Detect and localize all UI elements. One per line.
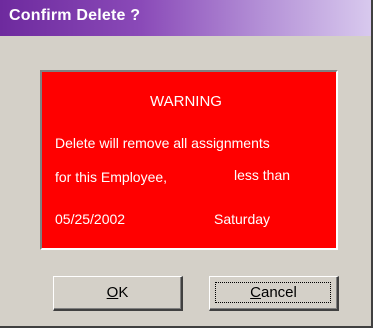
title-bar[interactable]: Confirm Delete ? [0, 0, 371, 36]
warning-message-line2: for this Employee, [55, 169, 168, 185]
ok-mnemonic: O [106, 284, 119, 301]
warning-heading: WARNING [150, 93, 222, 110]
cancel-label-rest: ancel [260, 284, 297, 301]
cancel-button[interactable]: Cancel [209, 276, 339, 311]
ok-label-rest: K [118, 284, 129, 301]
warning-panel: WARNING Delete will remove all assignmen… [40, 70, 338, 250]
ok-button[interactable]: OK [53, 276, 183, 311]
window-title: Confirm Delete ? [9, 7, 141, 24]
warning-message-line1: Delete will remove all assignments [55, 135, 270, 151]
cancel-button-label: Cancel [250, 284, 297, 301]
warning-message-less-than: less than [234, 167, 291, 183]
confirm-delete-dialog: Confirm Delete ? WARNING Delete will rem… [0, 0, 373, 328]
warning-day: Saturday [214, 211, 271, 227]
ok-button-label: OK [107, 284, 129, 301]
warning-date: 05/25/2002 [55, 211, 126, 227]
cancel-mnemonic: C [250, 284, 261, 301]
